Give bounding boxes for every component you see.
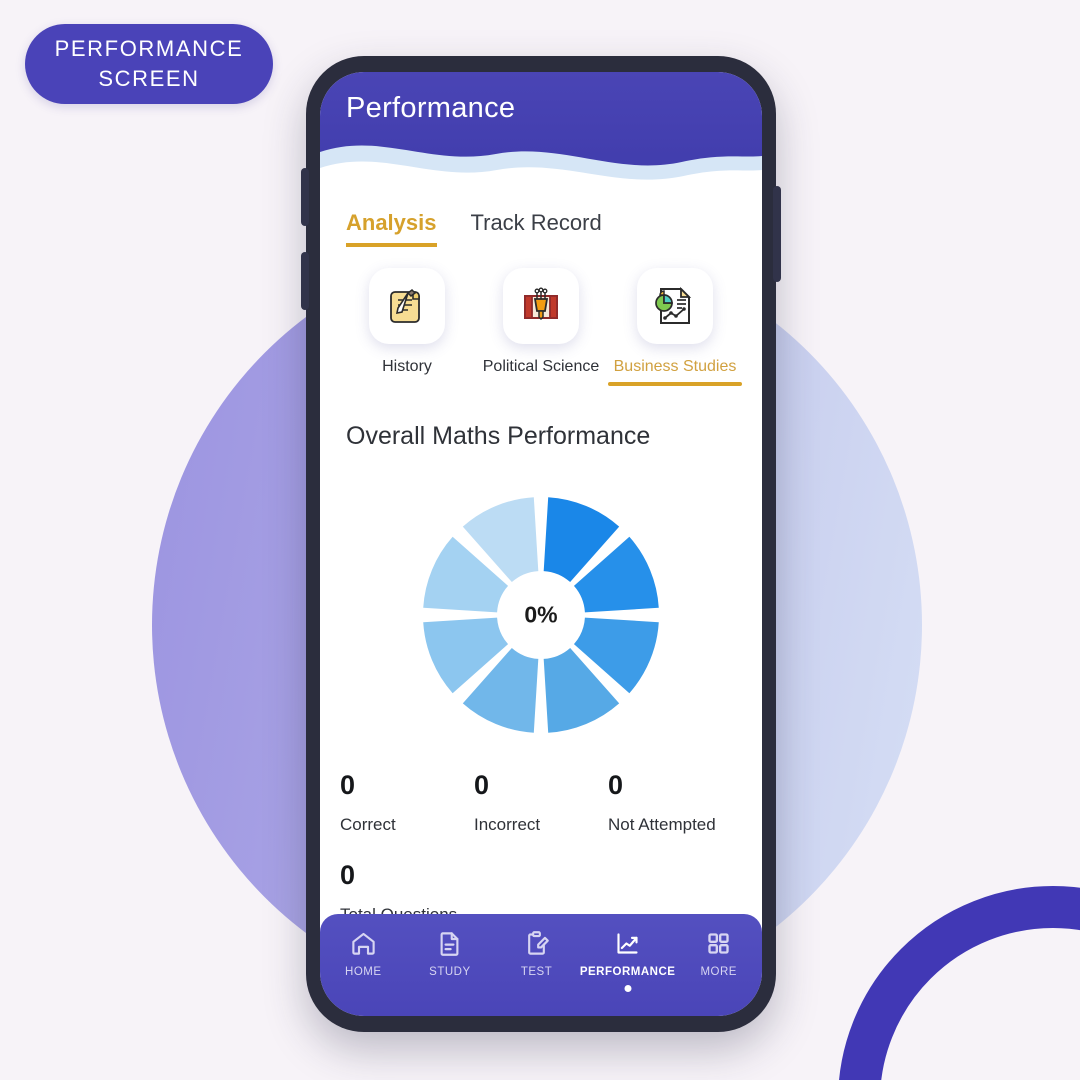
volume-down-button[interactable] [301,252,309,310]
nav-label: HOME [345,966,382,978]
subject-icon-tile [637,268,713,344]
power-button[interactable] [773,186,781,282]
nav-active-indicator-dot [624,985,632,992]
stat-not-attempted: 0 Not Attempted [608,772,742,835]
subject-item-history[interactable]: History [340,268,474,376]
nav-item-performance[interactable]: PERFORMANCE [579,930,676,992]
volume-up-button[interactable] [301,168,309,226]
line-chart-icon [617,933,638,954]
badge-line-2: SCREEN [98,66,200,91]
phone-screen: Performance Analysis Track Record Histor… [320,72,762,1016]
nav-item-study[interactable]: STUDY [407,930,494,978]
subject-label: History [382,358,432,375]
stat-label: Correct [340,815,396,834]
nav-label: STUDY [429,966,471,978]
tab-bar: Analysis Track Record [346,210,602,247]
donut-center-value: 0% [524,601,558,628]
stat-value: 0 [340,770,356,800]
subject-item-business-studies[interactable]: Business Studies [608,268,742,386]
tab-analysis[interactable]: Analysis [346,210,437,247]
nav-item-home[interactable]: HOME [320,930,407,978]
screen-title-badge-text: PERFORMANCE SCREEN [55,34,244,93]
nav-label: MORE [700,966,737,978]
nav-item-more[interactable]: MORE [675,930,762,978]
phone-mockup-frame: Performance Analysis Track Record Histor… [301,56,781,1032]
stats-row: 0 Correct 0 Incorrect 0 Not Attempted [340,772,742,835]
stat-correct: 0 Correct [340,772,474,835]
badge-line-1: PERFORMANCE [54,36,244,62]
stat-value: 0 [607,770,623,800]
stat-label: Incorrect [473,815,541,834]
document-icon [440,932,459,956]
nav-label: TEST [520,966,553,978]
subject-label: Political Science [482,358,600,375]
stat-incorrect: 0 Incorrect [474,772,608,835]
screen-title-badge: PERFORMANCE SCREEN [25,24,273,104]
subject-active-underline [608,382,742,386]
screenshot-canvas: PERFORMANCE SCREEN Performance Analysis … [0,0,1080,1080]
total-value: 0 [340,860,356,890]
stat-value: 0 [473,770,490,800]
stat-label: Not Attempted [607,815,716,834]
tab-track-record[interactable]: Track Record [471,210,602,243]
subject-selector: History Political Science Business Studi… [340,268,742,386]
report-chart-icon [655,286,692,324]
nav-item-test[interactable]: TEST [493,930,580,978]
clipboard-pencil-icon [528,931,549,955]
subject-label: Business Studies [613,358,737,375]
section-title: Overall Maths Performance [346,422,651,450]
grid-icon [708,933,729,954]
header-wave-decoration [320,145,762,208]
book-crown-icon [524,287,558,321]
home-icon [352,932,375,955]
nav-label: PERFORMANCE [579,966,676,978]
page-title: Performance [346,92,516,124]
background-arc-decoration [838,886,1080,1080]
subject-icon-tile [503,268,579,344]
scroll-quill-icon [390,289,420,323]
subject-item-political-science[interactable]: Political Science [474,268,608,376]
bottom-navigation-bar: HOME STUDY TEST PERFORMANCE MORE [320,914,762,1016]
subject-icon-tile [369,268,445,344]
performance-donut-chart: 0% [320,490,762,740]
